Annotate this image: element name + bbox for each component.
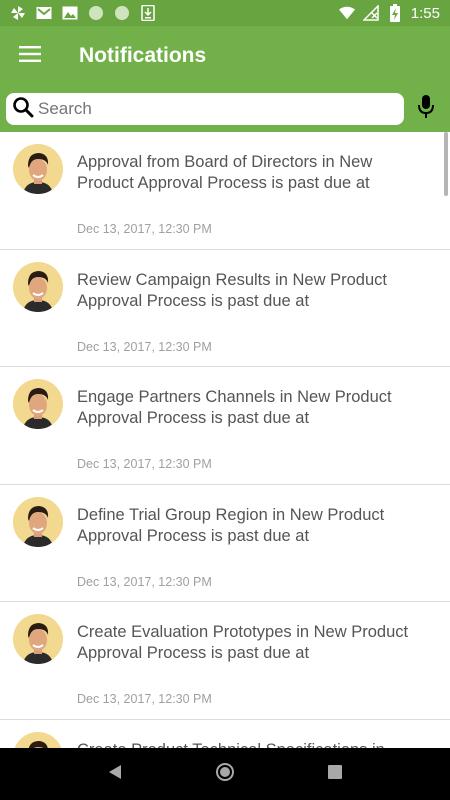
download-icon — [140, 5, 156, 21]
notification-item[interactable]: Create Product Technical Specifications … — [0, 720, 450, 749]
notification-text: Create Product Technical Specifications … — [77, 740, 427, 749]
search-box[interactable] — [6, 93, 405, 125]
notification-text: Engage Partners Channels in New Product … — [77, 388, 392, 427]
status-system-icons: 1:55 — [338, 4, 440, 22]
notification-item[interactable]: Approval from Board of Directors in New … — [0, 132, 450, 250]
search-input[interactable] — [38, 99, 378, 119]
notification-date: Dec 13, 2017, 12:30 PM — [77, 692, 212, 706]
search-bar — [0, 86, 450, 132]
app-bar: Notifications — [0, 26, 450, 86]
notification-item[interactable]: Engage Partners Channels in New Product … — [0, 367, 450, 485]
back-button[interactable] — [95, 754, 135, 794]
recents-square-icon — [328, 764, 342, 784]
notification-date: Dec 13, 2017, 12:30 PM — [77, 574, 212, 589]
wifi-icon — [338, 5, 355, 21]
recents-button[interactable] — [315, 754, 355, 794]
avatar — [13, 144, 63, 194]
notification-date: Dec 13, 2017, 12:30 PM — [77, 222, 212, 236]
circle-icon — [88, 5, 104, 21]
avatar — [13, 496, 63, 547]
notifications-screen: 1:55 Notifications Approval from Board o… — [0, 0, 450, 800]
notification-text: Create Evaluation Prototypes in New Prod… — [77, 623, 409, 662]
voice-search-button[interactable] — [408, 91, 444, 127]
menu-button[interactable] — [0, 26, 60, 86]
back-triangle-icon — [108, 764, 122, 785]
notification-list[interactable]: Approval from Board of Directors in New … — [0, 132, 450, 748]
battery-charging-icon — [387, 4, 403, 22]
hamburger-menu-icon — [19, 45, 41, 67]
home-button[interactable] — [205, 754, 245, 794]
notification-date: Dec 13, 2017, 12:30 PM — [77, 457, 212, 471]
home-circle-icon — [215, 762, 235, 787]
avatar — [13, 261, 63, 312]
notification-item[interactable]: Review Campaign Results in New Product A… — [0, 250, 450, 367]
notification-text: Review Campaign Results in New Product A… — [77, 270, 387, 310]
gmail-icon — [36, 5, 52, 21]
navigation-bar — [0, 748, 450, 800]
search-icon — [12, 96, 34, 123]
microphone-icon — [418, 94, 435, 124]
image-icon — [62, 5, 78, 21]
page-title: Notifications — [79, 44, 207, 67]
no-signal-icon — [362, 5, 379, 21]
status-notification-icons — [10, 5, 156, 21]
notification-item[interactable]: Create Evaluation Prototypes in New Prod… — [0, 602, 450, 720]
pinwheel-icon — [10, 5, 26, 21]
status-clock: 1:55 — [410, 4, 440, 22]
avatar — [13, 731, 63, 748]
circle-icon — [114, 5, 130, 21]
notification-date: Dec 13, 2017, 12:30 PM — [77, 339, 212, 354]
avatar — [13, 614, 63, 664]
status-bar: 1:55 — [0, 0, 450, 26]
notification-text: Define Trial Group Region in New Product… — [77, 505, 385, 545]
notification-item[interactable]: Define Trial Group Region in New Product… — [0, 485, 450, 602]
notification-text: Approval from Board of Directors in New … — [77, 153, 373, 192]
avatar — [13, 379, 63, 429]
